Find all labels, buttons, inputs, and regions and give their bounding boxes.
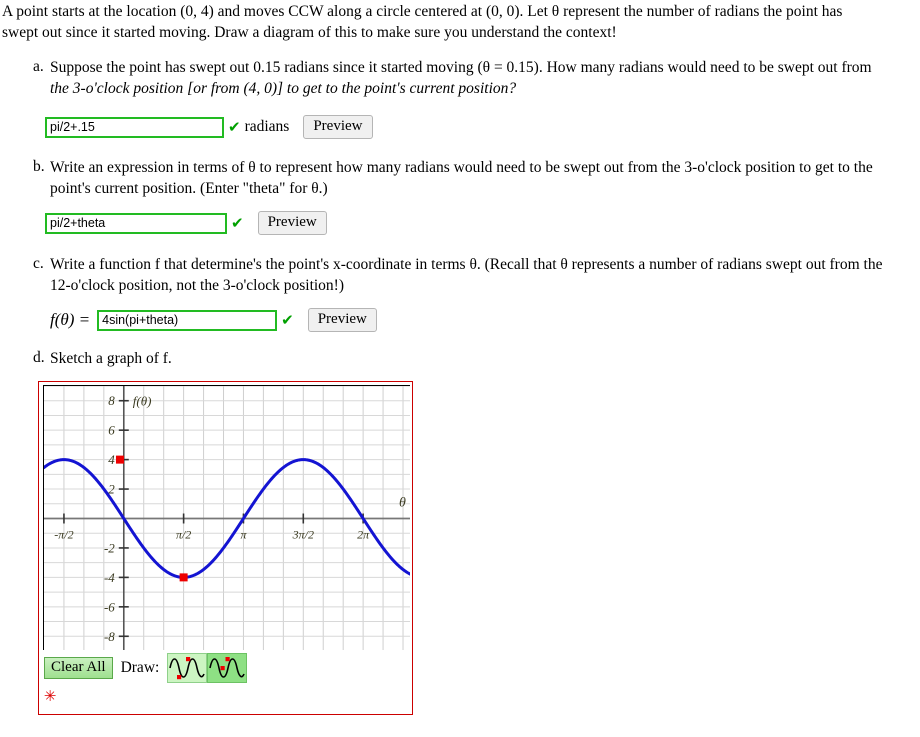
sine-wave-glyph [169,657,206,680]
svg-text:2π: 2π [357,528,370,542]
function-prefix-label: f(θ) = [50,310,91,330]
intro-line-2: swept out since it started moving. Draw … [2,23,617,41]
sine-tool-selected-icon[interactable] [207,653,248,683]
check-icon: ✔ [281,310,294,329]
svg-text:-2: -2 [104,540,115,555]
part-c-text-line-1: Write a function f that determine's the … [50,256,883,273]
answer-row-b: ✔ Preview [45,211,327,236]
svg-text:π/2: π/2 [176,528,191,542]
problem-page: A point starts at the location (0, 4) an… [0,0,920,737]
part-a-text-line-1: Suppose the point has swept out 0.15 rad… [50,59,872,76]
red-asterisk-icon[interactable]: ✳ [43,689,57,704]
part-b-label: b. [33,158,45,175]
part-d-label: d. [33,349,45,366]
answer-input-a[interactable] [45,116,224,138]
svg-text:3π/2: 3π/2 [292,528,314,542]
problem-intro: A point starts at the location (0, 4) an… [2,2,918,43]
svg-text:θ: θ [399,496,406,511]
graph-toolbar: Clear All Draw: [44,653,248,683]
unit-label-a: radians [244,118,290,136]
svg-text:-4: -4 [104,570,115,585]
svg-text:4: 4 [108,452,115,467]
preview-button-a[interactable]: Preview [303,115,373,140]
svg-text:6: 6 [108,423,115,438]
svg-text:8: 8 [108,393,115,408]
svg-text:π: π [240,528,247,542]
check-icon: ✔ [231,213,244,232]
graph-canvas[interactable]: -π/2 π/2 π 3π/2 2π 8 6 4 2 -2 -4 -6 -8 f(θ) θ [43,385,410,650]
part-d-text-line-1: Sketch a graph of f. [50,350,172,367]
sine-tool-unselected-icon[interactable] [167,653,208,683]
preview-button-c[interactable]: Preview [307,308,377,333]
preview-button-b[interactable]: Preview [257,211,327,236]
svg-text:-8: -8 [104,629,115,644]
part-a-text-line-2: the 3-o'clock position [or from (4, 0)] … [50,80,517,97]
answer-row-a: ✔ radians Preview [45,115,373,140]
part-a-label: a. [33,58,44,75]
intro-line-1: A point starts at the location (0, 4) an… [2,3,843,20]
answer-input-b[interactable] [45,212,227,234]
function-plot[interactable]: -π/2 π/2 π 3π/2 2π8642-2-4-6-8f(θ)θ [44,386,410,650]
part-c-text-line-2: 12-o'clock position, not the 3-o'clock p… [50,277,345,294]
part-b-text-line-2: point's current position. (Enter "theta"… [50,180,328,197]
check-icon: ✔ [228,117,241,136]
svg-text:-π/2: -π/2 [54,528,73,542]
part-c-label: c. [33,255,44,272]
svg-text:-6: -6 [104,599,115,614]
answer-input-c[interactable] [97,309,278,331]
clear-all-button[interactable]: Clear All [44,657,113,679]
sine-wave-glyph [209,657,246,678]
svg-text:f(θ): f(θ) [133,394,152,409]
graph-widget[interactable]: -π/2 π/2 π 3π/2 2π 8 6 4 2 -2 -4 -6 -8 f(θ) θ Clear Al… [38,381,413,715]
answer-row-c: f(θ) = ✔ Preview [50,308,377,333]
draw-label: Draw: [120,659,160,676]
part-b-text-line-1: Write an expression in terms of θ to rep… [50,159,873,176]
